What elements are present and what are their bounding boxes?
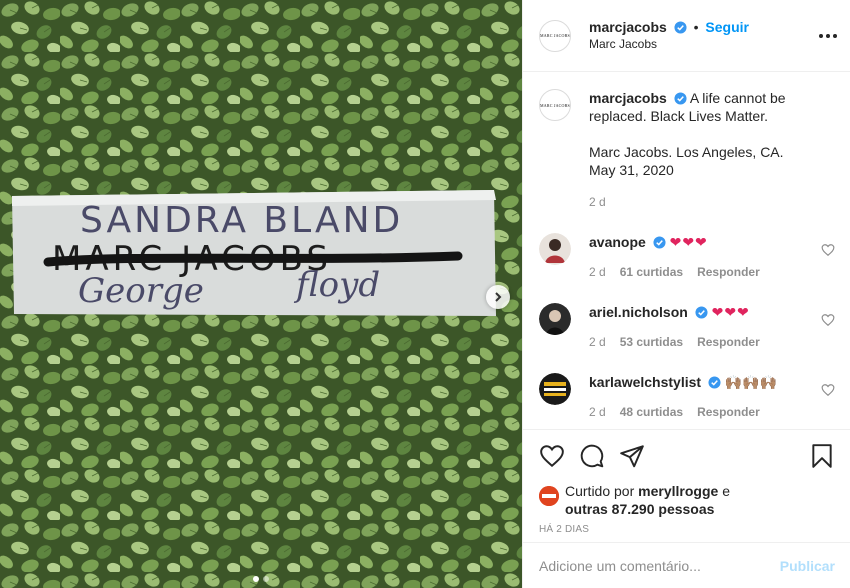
verified-badge-icon <box>653 236 666 249</box>
caption: MARC JACOBS marcjacobs A life cannot be … <box>539 89 835 211</box>
likes-text: Curtido por meryllrogge e outras 87.290 … <box>565 482 730 518</box>
heart-icon[interactable] <box>821 313 835 327</box>
liker-username[interactable]: meryllrogge <box>638 483 718 499</box>
comment-age: 2 d <box>589 335 606 349</box>
verified-badge-icon <box>695 306 708 319</box>
comment-input[interactable] <box>539 557 780 574</box>
more-options-icon[interactable] <box>816 24 840 48</box>
comment-age: 2 d <box>589 265 606 279</box>
reply-button[interactable]: Responder <box>697 335 760 349</box>
commenter-photo <box>539 373 571 405</box>
comment-likes[interactable]: 61 curtidas <box>620 265 683 279</box>
carousel-dot <box>263 576 269 582</box>
comment-icon[interactable] <box>579 443 605 469</box>
header-separator: • <box>693 18 699 35</box>
comment-username[interactable]: avanope <box>589 234 646 250</box>
carousel-dot-active <box>253 576 259 582</box>
post-image[interactable]: SANDRA BLAND MARC JACOBS George floyd <box>0 0 522 588</box>
post-actions: Curtido por meryllrogge e outras 87.290 … <box>523 429 850 535</box>
sign-line-1: SANDRA BLAND <box>80 200 403 241</box>
strike-through-mark <box>43 251 463 267</box>
header-username[interactable]: marcjacobs <box>589 19 667 35</box>
comment-age: 2 d <box>589 405 606 419</box>
comment-body: ariel.nicholson ❤❤❤ 2 d 53 curtidas Respon… <box>589 303 809 351</box>
comment-likes[interactable]: 53 curtidas <box>620 335 683 349</box>
post-photo-graphic: SANDRA BLAND MARC JACOBS George floyd <box>0 0 522 588</box>
caption-body: marcjacobs A life cannot be replaced. Bl… <box>589 89 829 211</box>
reply-button[interactable]: Responder <box>697 405 760 419</box>
heart-icon[interactable] <box>821 383 835 397</box>
likes-prefix: Curtido por <box>565 483 635 499</box>
reply-button[interactable]: Responder <box>697 265 760 279</box>
comment-text: 🙌🏽🙌🏽🙌🏽 <box>724 374 778 390</box>
header-subtitle: Marc Jacobs <box>589 36 658 51</box>
verified-badge-icon <box>674 92 687 105</box>
caption-text-2: Marc Jacobs. Los Angeles, CA. May 31, 20… <box>589 144 784 178</box>
action-icons <box>539 440 835 472</box>
comment-text: ❤❤❤ <box>669 234 708 250</box>
comments-list[interactable]: MARC JACOBS marcjacobs A life cannot be … <box>523 73 850 429</box>
avatar[interactable] <box>539 373 571 405</box>
liker-photo <box>539 486 559 506</box>
caption-avatar[interactable]: MARC JACOBS <box>539 89 571 121</box>
post-side-panel: MARC JACOBS marcjacobs • Seguir Marc Jac… <box>522 0 850 588</box>
bookmark-icon[interactable] <box>809 443 835 469</box>
avatar[interactable] <box>539 233 571 265</box>
avatar[interactable] <box>539 486 559 506</box>
share-icon[interactable] <box>619 443 645 469</box>
avatar[interactable]: MARC JACOBS <box>539 19 571 52</box>
post-date[interactable]: HÁ 2 DIAS <box>539 524 835 535</box>
carousel-dots <box>0 576 522 582</box>
chevron-right-icon <box>495 292 502 302</box>
sign-line-4: floyd <box>293 265 380 305</box>
sign-line-3: George <box>78 271 204 311</box>
commenter-photo <box>539 233 571 265</box>
comment-item: ariel.nicholson ❤❤❤ 2 d 53 curtidas Respon… <box>539 303 835 351</box>
comment-body: karlawelchstylist 🙌🏽🙌🏽🙌🏽 2 d 48 curtidas R… <box>589 373 809 421</box>
avatar[interactable] <box>539 303 571 335</box>
add-comment-bar: Publicar <box>523 542 850 588</box>
comment-item: karlawelchstylist 🙌🏽🙌🏽🙌🏽 2 d 48 curtidas R… <box>539 373 835 421</box>
caption-username[interactable]: marcjacobs <box>589 90 667 106</box>
carousel-next-button[interactable] <box>486 285 510 309</box>
verified-badge-icon <box>674 20 687 34</box>
caption-age: 2 d <box>589 195 606 209</box>
comment-item: avanope ❤❤❤ 2 d 61 curtidas Responder <box>539 233 835 281</box>
heart-icon[interactable] <box>539 443 565 469</box>
likes-others[interactable]: outras 87.290 pessoas <box>565 501 714 517</box>
avatar-logo-text: MARC JACOBS <box>540 33 570 38</box>
comment-username[interactable]: ariel.nicholson <box>589 304 688 320</box>
avatar-logo-text: MARC JACOBS <box>540 102 570 108</box>
heart-icon[interactable] <box>821 243 835 257</box>
name-sign: SANDRA BLAND MARC JACOBS George floyd <box>12 190 496 316</box>
publish-button[interactable]: Publicar <box>780 558 835 574</box>
comment-body: avanope ❤❤❤ 2 d 61 curtidas Responder <box>589 233 809 281</box>
post-header: MARC JACOBS marcjacobs • Seguir Marc Jac… <box>523 0 850 72</box>
header-user-info: marcjacobs • Seguir Marc Jacobs <box>589 19 749 53</box>
likes-connector: e <box>722 483 730 499</box>
comment-likes[interactable]: 48 curtidas <box>620 405 683 419</box>
likes-summary: Curtido por meryllrogge e outras 87.290 … <box>539 482 835 518</box>
verified-badge-icon <box>708 376 721 389</box>
follow-button[interactable]: Seguir <box>705 19 749 35</box>
commenter-photo <box>539 303 571 335</box>
comment-text: ❤❤❤ <box>711 304 750 320</box>
comment-username[interactable]: karlawelchstylist <box>589 374 701 390</box>
